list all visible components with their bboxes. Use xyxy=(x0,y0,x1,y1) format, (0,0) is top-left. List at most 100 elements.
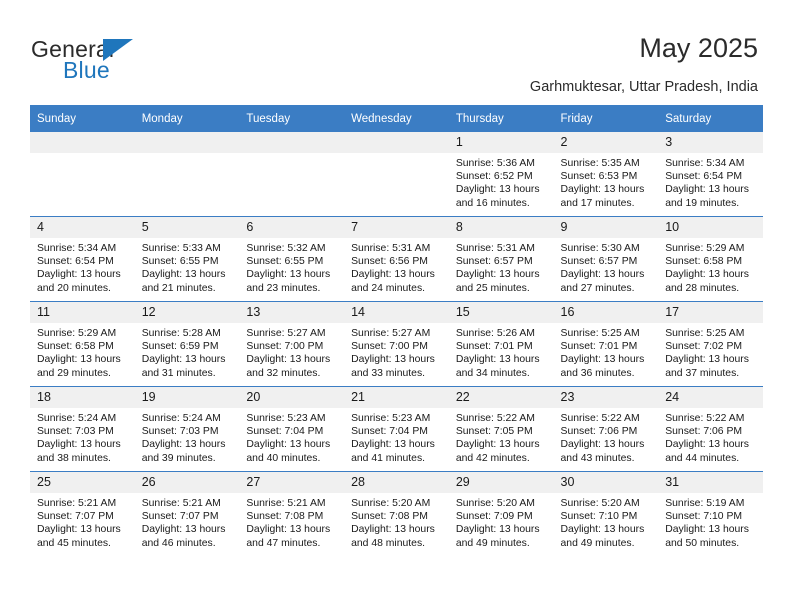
sunset-text: Sunset: 7:01 PM xyxy=(560,341,638,353)
sunset-text: Sunset: 6:59 PM xyxy=(141,341,219,353)
calendar-day-cell[interactable]: 28 Sunrise: 5:20 AM Sunset: 7:08 PM Dayligh… xyxy=(344,471,449,556)
day-sun-info: Sunrise: 5:25 AM Sunset: 7:01 PM Daylight:… xyxy=(554,323,659,380)
daylight-text: Daylight: 13 hours and 19 minutes. xyxy=(665,184,749,209)
day-sun-info: Sunrise: 5:34 AM Sunset: 6:54 PM Daylight:… xyxy=(30,238,135,295)
day-sun-info: Sunrise: 5:33 AM Sunset: 6:55 PM Daylight:… xyxy=(135,238,240,295)
daylight-text: Daylight: 13 hours and 40 minutes. xyxy=(246,439,331,464)
location-subtitle: Garhmuktesar, Uttar Pradesh, India xyxy=(529,79,758,95)
sunrise-text: Sunrise: 5:29 AM xyxy=(665,243,745,254)
sunset-text: Sunset: 7:02 PM xyxy=(665,341,743,353)
sunset-text: Sunset: 6:57 PM xyxy=(455,256,533,268)
calendar-day-cell[interactable]: 25 Sunrise: 5:21 AM Sunset: 7:07 PM Dayligh… xyxy=(30,471,135,556)
day-number: 3 xyxy=(658,132,763,153)
calendar-day-cell[interactable]: 12 Sunrise: 5:28 AM Sunset: 6:59 PM Dayligh… xyxy=(134,301,240,387)
calendar-day-cell[interactable]: 11 Sunrise: 5:29 AM Sunset: 6:58 PM Dayligh… xyxy=(30,301,135,387)
calendar-day-cell[interactable]: 13 Sunrise: 5:27 AM Sunset: 7:00 PM Dayligh… xyxy=(239,301,345,387)
sunset-text: Sunset: 6:53 PM xyxy=(560,171,638,183)
calendar-day-cell-empty xyxy=(30,132,135,217)
calendar-day-cell[interactable]: 24 Sunrise: 5:22 AM Sunset: 7:06 PM Dayligh… xyxy=(658,386,763,472)
calendar-day-cell[interactable]: 8 Sunrise: 5:31 AM Sunset: 6:57 PM Daylight… xyxy=(448,216,554,302)
calendar-day-cell[interactable]: 15 Sunrise: 5:26 AM Sunset: 7:01 PM Dayligh… xyxy=(448,301,554,387)
sunrise-text: Sunrise: 5:23 AM xyxy=(351,413,431,424)
calendar-day-cell[interactable]: 29 Sunrise: 5:20 AM Sunset: 7:09 PM Dayligh… xyxy=(448,471,554,556)
day-sun-info: Sunrise: 5:19 AM Sunset: 7:10 PM Daylight:… xyxy=(658,493,763,550)
calendar-day-cell[interactable]: 20 Sunrise: 5:23 AM Sunset: 7:04 PM Dayligh… xyxy=(239,386,345,472)
calendar-day-cell[interactable]: 18 Sunrise: 5:24 AM Sunset: 7:03 PM Dayligh… xyxy=(30,386,135,472)
calendar-day-cell[interactable]: 23 Sunrise: 5:22 AM Sunset: 7:06 PM Dayligh… xyxy=(553,386,659,472)
day-sun-info: Sunrise: 5:23 AM Sunset: 7:04 PM Daylight:… xyxy=(344,408,449,465)
day-sun-info: Sunrise: 5:31 AM Sunset: 6:57 PM Daylight:… xyxy=(449,238,554,295)
daylight-text: Daylight: 13 hours and 36 minutes. xyxy=(560,354,645,379)
sunrise-text: Sunrise: 5:35 AM xyxy=(560,158,640,169)
daylight-text: Daylight: 13 hours and 43 minutes. xyxy=(560,439,645,464)
calendar-day-cell-empty xyxy=(134,132,240,217)
day-number xyxy=(134,132,240,153)
sunset-text: Sunset: 7:09 PM xyxy=(455,511,533,523)
sunset-text: Sunset: 7:03 PM xyxy=(37,426,114,438)
calendar-day-cell[interactable]: 1 Sunrise: 5:36 AM Sunset: 6:52 PM Daylight… xyxy=(448,132,554,217)
sunset-text: Sunset: 7:10 PM xyxy=(665,511,743,523)
day-sun-info: Sunrise: 5:20 AM Sunset: 7:10 PM Daylight:… xyxy=(554,493,659,550)
day-sun-info: Sunrise: 5:24 AM Sunset: 7:03 PM Daylight:… xyxy=(135,408,240,465)
day-number: 29 xyxy=(448,472,554,493)
sunrise-text: Sunrise: 5:20 AM xyxy=(560,498,640,509)
calendar-week-row: 25 Sunrise: 5:21 AM Sunset: 7:07 PM Dayligh… xyxy=(30,471,763,556)
day-number: 25 xyxy=(30,472,135,493)
day-sun-info: Sunrise: 5:29 AM Sunset: 6:58 PM Daylight:… xyxy=(30,323,135,380)
daylight-text: Daylight: 13 hours and 45 minutes. xyxy=(37,524,121,549)
weekday-header-thursday: Thursday xyxy=(448,105,554,132)
sunset-text: Sunset: 6:54 PM xyxy=(37,256,114,268)
day-number: 24 xyxy=(658,387,763,408)
calendar-day-cell[interactable]: 7 Sunrise: 5:31 AM Sunset: 6:56 PM Daylight… xyxy=(344,216,449,302)
calendar-day-cell[interactable]: 22 Sunrise: 5:22 AM Sunset: 7:05 PM Dayligh… xyxy=(448,386,554,472)
day-number: 12 xyxy=(134,302,240,323)
brand-logo[interactable]: General Blue xyxy=(31,36,211,86)
calendar-day-cell[interactable]: 4 Sunrise: 5:34 AM Sunset: 6:54 PM Daylight… xyxy=(30,216,135,302)
calendar-day-cell[interactable]: 5 Sunrise: 5:33 AM Sunset: 6:55 PM Daylight… xyxy=(134,216,240,302)
day-sun-info: Sunrise: 5:22 AM Sunset: 7:05 PM Daylight:… xyxy=(449,408,554,465)
sunrise-text: Sunrise: 5:36 AM xyxy=(455,158,535,169)
day-number: 21 xyxy=(344,387,449,408)
day-number: 26 xyxy=(134,472,240,493)
calendar-day-cell[interactable]: 26 Sunrise: 5:21 AM Sunset: 7:07 PM Dayligh… xyxy=(134,471,240,556)
calendar-day-cell[interactable]: 27 Sunrise: 5:21 AM Sunset: 7:08 PM Dayligh… xyxy=(239,471,345,556)
sunrise-text: Sunrise: 5:30 AM xyxy=(560,243,640,254)
daylight-text: Daylight: 13 hours and 42 minutes. xyxy=(455,439,540,464)
sunset-text: Sunset: 7:01 PM xyxy=(455,341,533,353)
calendar-day-cell[interactable]: 21 Sunrise: 5:23 AM Sunset: 7:04 PM Dayligh… xyxy=(344,386,449,472)
day-number: 4 xyxy=(30,217,135,238)
weekday-header-sunday: Sunday xyxy=(30,105,135,132)
day-sun-info: Sunrise: 5:32 AM Sunset: 6:55 PM Daylight:… xyxy=(239,238,344,295)
sunset-text: Sunset: 7:06 PM xyxy=(665,426,743,438)
calendar-day-cell[interactable]: 17 Sunrise: 5:25 AM Sunset: 7:02 PM Dayligh… xyxy=(658,301,763,387)
sunrise-text: Sunrise: 5:27 AM xyxy=(246,328,326,339)
daylight-text: Daylight: 13 hours and 37 minutes. xyxy=(665,354,749,379)
day-sun-info: Sunrise: 5:31 AM Sunset: 6:56 PM Daylight:… xyxy=(344,238,449,295)
daylight-text: Daylight: 13 hours and 25 minutes. xyxy=(455,269,540,294)
sunrise-text: Sunrise: 5:20 AM xyxy=(455,498,535,509)
daylight-text: Daylight: 13 hours and 48 minutes. xyxy=(351,524,435,549)
day-sun-info: Sunrise: 5:28 AM Sunset: 6:59 PM Daylight:… xyxy=(135,323,240,380)
daylight-text: Daylight: 13 hours and 28 minutes. xyxy=(665,269,749,294)
weekday-header-wednesday: Wednesday xyxy=(344,105,449,132)
calendar-page: General Blue May 2025 Garhmuktesar, Utta… xyxy=(0,0,792,612)
daylight-text: Daylight: 13 hours and 31 minutes. xyxy=(141,354,226,379)
sunrise-sunset-calendar-table: Sunday Monday Tuesday Wednesday Thursday… xyxy=(30,105,763,556)
calendar-day-cell[interactable]: 19 Sunrise: 5:24 AM Sunset: 7:03 PM Dayligh… xyxy=(134,386,240,472)
sunrise-text: Sunrise: 5:31 AM xyxy=(351,243,431,254)
calendar-day-cell[interactable]: 10 Sunrise: 5:29 AM Sunset: 6:58 PM Dayligh… xyxy=(658,216,763,302)
day-sun-info: Sunrise: 5:21 AM Sunset: 7:08 PM Daylight:… xyxy=(239,493,344,550)
calendar-day-cell[interactable]: 9 Sunrise: 5:30 AM Sunset: 6:57 PM Daylight… xyxy=(553,216,659,302)
calendar-day-cell[interactable]: 2 Sunrise: 5:35 AM Sunset: 6:53 PM Daylight… xyxy=(553,132,659,217)
calendar-day-cell[interactable]: 16 Sunrise: 5:25 AM Sunset: 7:01 PM Dayligh… xyxy=(553,301,659,387)
day-number: 6 xyxy=(239,217,345,238)
calendar-day-cell[interactable]: 6 Sunrise: 5:32 AM Sunset: 6:55 PM Daylight… xyxy=(239,216,345,302)
sunset-text: Sunset: 6:56 PM xyxy=(351,256,428,268)
calendar-day-cell[interactable]: 3 Sunrise: 5:34 AM Sunset: 6:54 PM Daylight… xyxy=(658,132,763,217)
calendar-day-cell[interactable]: 14 Sunrise: 5:27 AM Sunset: 7:00 PM Dayligh… xyxy=(344,301,449,387)
daylight-text: Daylight: 13 hours and 46 minutes. xyxy=(141,524,226,549)
calendar-day-cell[interactable]: 31 Sunrise: 5:19 AM Sunset: 7:10 PM Dayligh… xyxy=(658,471,763,556)
sunrise-text: Sunrise: 5:22 AM xyxy=(455,413,535,424)
calendar-day-cell[interactable]: 30 Sunrise: 5:20 AM Sunset: 7:10 PM Dayligh… xyxy=(553,471,659,556)
sunset-text: Sunset: 7:04 PM xyxy=(246,426,324,438)
